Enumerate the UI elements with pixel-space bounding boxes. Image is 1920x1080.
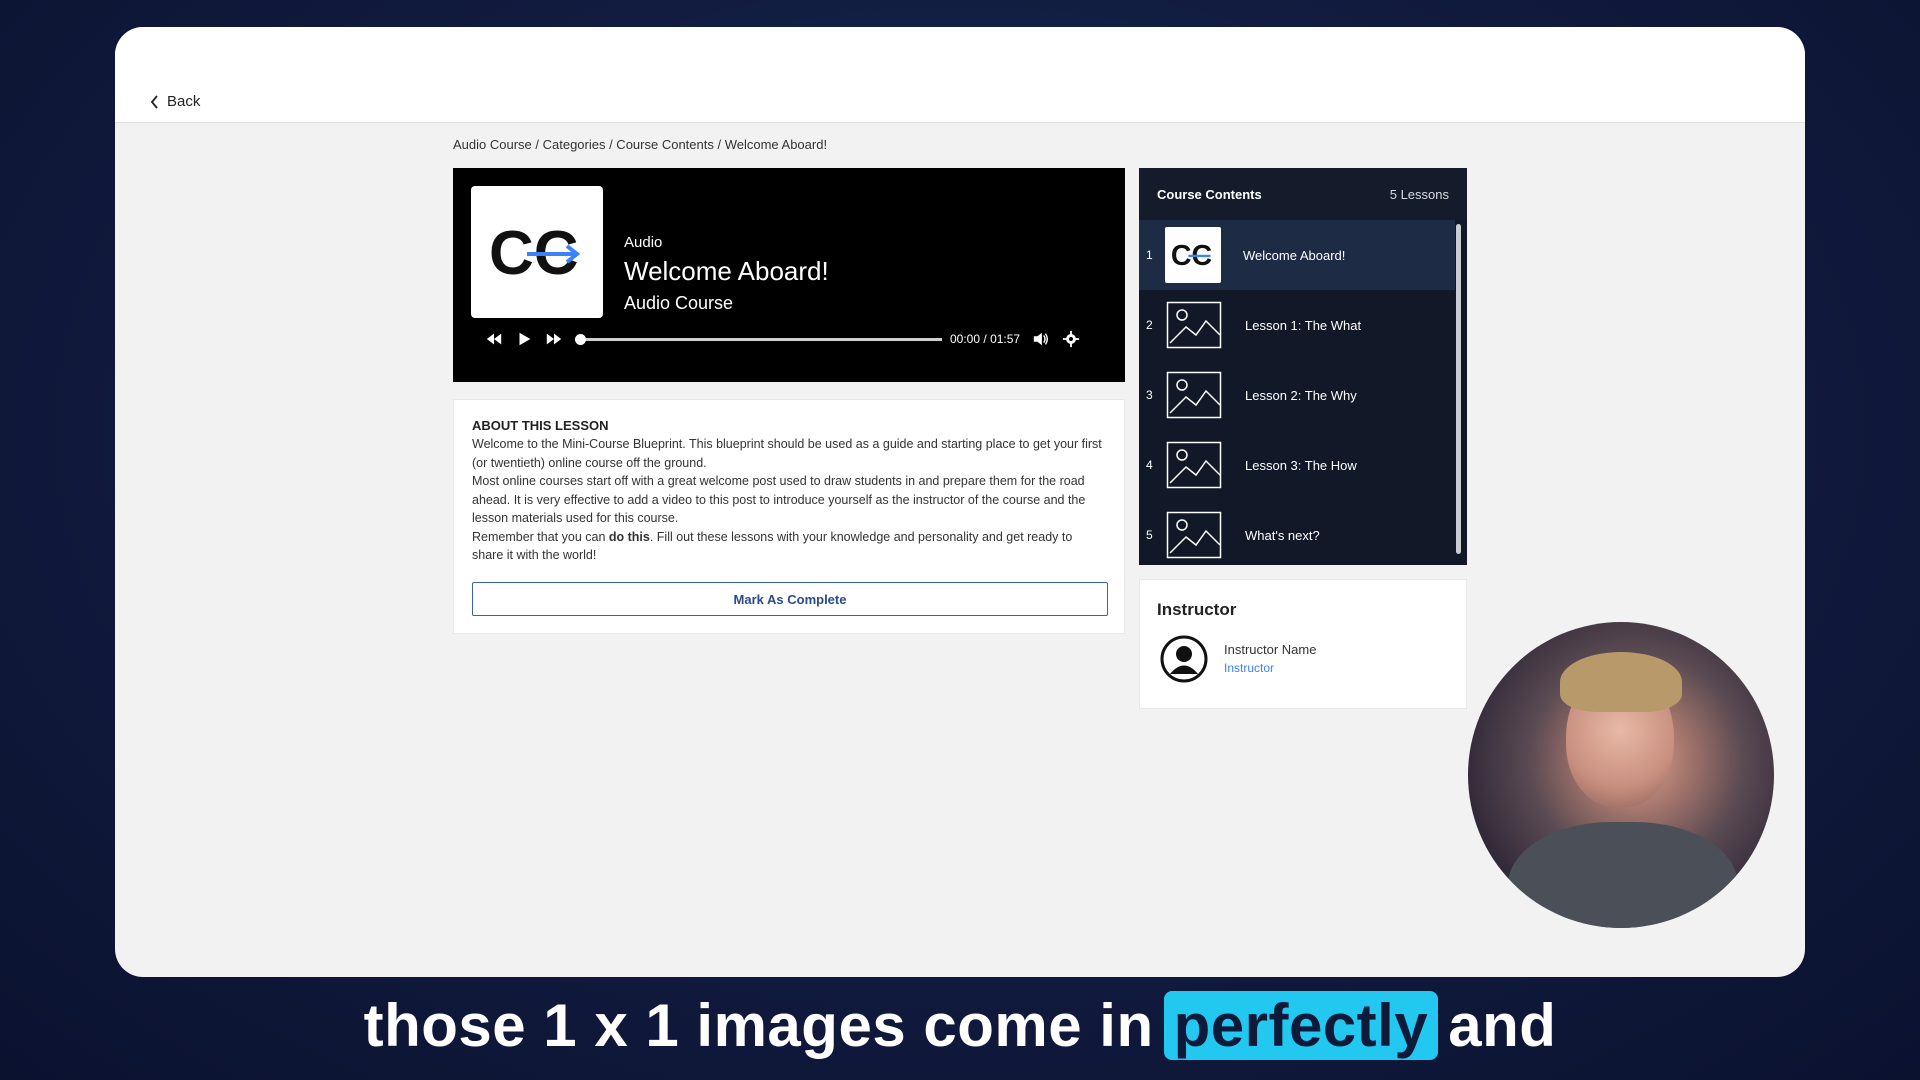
webcam-overlay — [1468, 622, 1774, 928]
about-paragraph-2: Most online courses start off with a gre… — [472, 474, 1086, 525]
contents-scrollbar[interactable] — [1456, 224, 1461, 554]
instructor-role-link[interactable]: Instructor — [1224, 661, 1274, 675]
lesson-number: 4 — [1146, 458, 1153, 472]
audio-player: CC Audio Welcome Aboard! Audio Course 00… — [453, 168, 1125, 382]
about-paragraph-3: Remember that you can do this. Fill out … — [472, 528, 1106, 565]
volume-button[interactable] — [1030, 328, 1052, 350]
fast-forward-icon — [546, 333, 562, 345]
lesson-number: 3 — [1146, 388, 1153, 402]
instructor-name: Instructor Name — [1224, 642, 1317, 657]
course-contents-title: Course Contents — [1157, 186, 1262, 202]
course-logo: CC — [471, 186, 603, 318]
seek-handle[interactable] — [575, 333, 586, 345]
rewind-icon — [486, 333, 502, 345]
seek-bar[interactable] — [575, 333, 942, 345]
instructor-card: Instructor Instructor Name Instructor — [1139, 579, 1467, 709]
mark-complete-button[interactable]: Mark As Complete — [472, 582, 1108, 616]
time-display: 00:00 / 01:57 — [950, 332, 1020, 346]
image-placeholder-icon — [1165, 436, 1223, 494]
caption-highlight: perfectly — [1163, 990, 1439, 1060]
time-separator: / — [983, 332, 987, 346]
duration: 01:57 — [990, 332, 1021, 346]
lesson-item-3[interactable]: 3 Lesson 2: The Why — [1139, 360, 1455, 430]
lesson-label: Lesson 1: The What — [1245, 317, 1362, 333]
lesson-number: 1 — [1146, 248, 1153, 262]
lesson-thumbnail-logo: CC — [1165, 227, 1221, 283]
course-name: Audio Course — [624, 293, 734, 313]
top-bar: Back — [115, 27, 1805, 123]
play-icon — [519, 332, 531, 346]
about-paragraph-3-bold: do this — [608, 529, 650, 544]
about-paragraph-3-start: Remember that you can — [472, 529, 609, 544]
lesson-label: What's next? — [1245, 527, 1320, 543]
play-button[interactable] — [513, 328, 535, 350]
lesson-item-2[interactable]: 2 Lesson 1: The What — [1139, 290, 1455, 360]
cc-logo-icon: CC — [489, 222, 581, 282]
image-placeholder-icon — [1165, 296, 1223, 354]
lesson-label: Lesson 3: The How — [1245, 457, 1357, 473]
chevron-left-icon — [150, 94, 158, 109]
about-heading: ABOUT THIS LESSON — [472, 418, 609, 433]
instructor-heading: Instructor — [1157, 600, 1237, 619]
lesson-item-1[interactable]: 1 CC Welcome Aboard! — [1139, 220, 1455, 290]
about-paragraph-1: Welcome to the Mini-Course Blueprint. Th… — [472, 437, 1102, 470]
presenter-shirt — [1508, 822, 1738, 928]
image-placeholder-icon — [1165, 506, 1223, 564]
lesson-item-5[interactable]: 5 What's next? — [1139, 500, 1455, 565]
settings-button[interactable] — [1060, 328, 1082, 350]
lesson-label: Welcome Aboard! — [1243, 247, 1346, 263]
lesson-description-card: ABOUT THIS LESSON Welcome to the Mini-Co… — [453, 399, 1125, 634]
lesson-count: 5 Lessons — [1389, 186, 1449, 202]
current-time: 00:00 — [950, 332, 981, 346]
media-type: Audio — [624, 234, 663, 251]
lesson-label: Lesson 2: The Why — [1245, 387, 1357, 403]
volume-icon — [1033, 332, 1049, 346]
rewind-button[interactable] — [483, 328, 505, 350]
course-contents-panel: Course Contents 5 Lessons 1 CC Welcome A… — [1139, 168, 1467, 565]
back-label: Back — [167, 93, 201, 110]
presenter-hair — [1560, 652, 1682, 712]
gear-icon — [1062, 330, 1080, 348]
lesson-number: 5 — [1146, 528, 1153, 542]
breadcrumb: Audio Course / Categories / Course Conte… — [453, 137, 828, 152]
user-avatar-icon — [1160, 635, 1208, 683]
image-placeholder-icon — [1165, 366, 1223, 424]
caption-after: and — [1448, 991, 1557, 1059]
player-controls: 00:00 / 01:57 — [483, 328, 1103, 350]
lesson-item-4[interactable]: 4 Lesson 3: The How — [1139, 430, 1455, 500]
cc-logo-icon: CC — [1171, 240, 1212, 270]
fast-forward-button[interactable] — [543, 328, 565, 350]
subtitle-caption: those 1 x 1 images come in perfectly and — [0, 985, 1920, 1065]
lesson-number: 2 — [1146, 318, 1153, 332]
back-button[interactable]: Back — [149, 93, 200, 110]
lesson-title: Welcome Aboard! — [624, 256, 829, 286]
course-contents-header: Course Contents 5 Lessons — [1139, 168, 1467, 220]
caption-before: those 1 x 1 images come in — [363, 991, 1154, 1059]
